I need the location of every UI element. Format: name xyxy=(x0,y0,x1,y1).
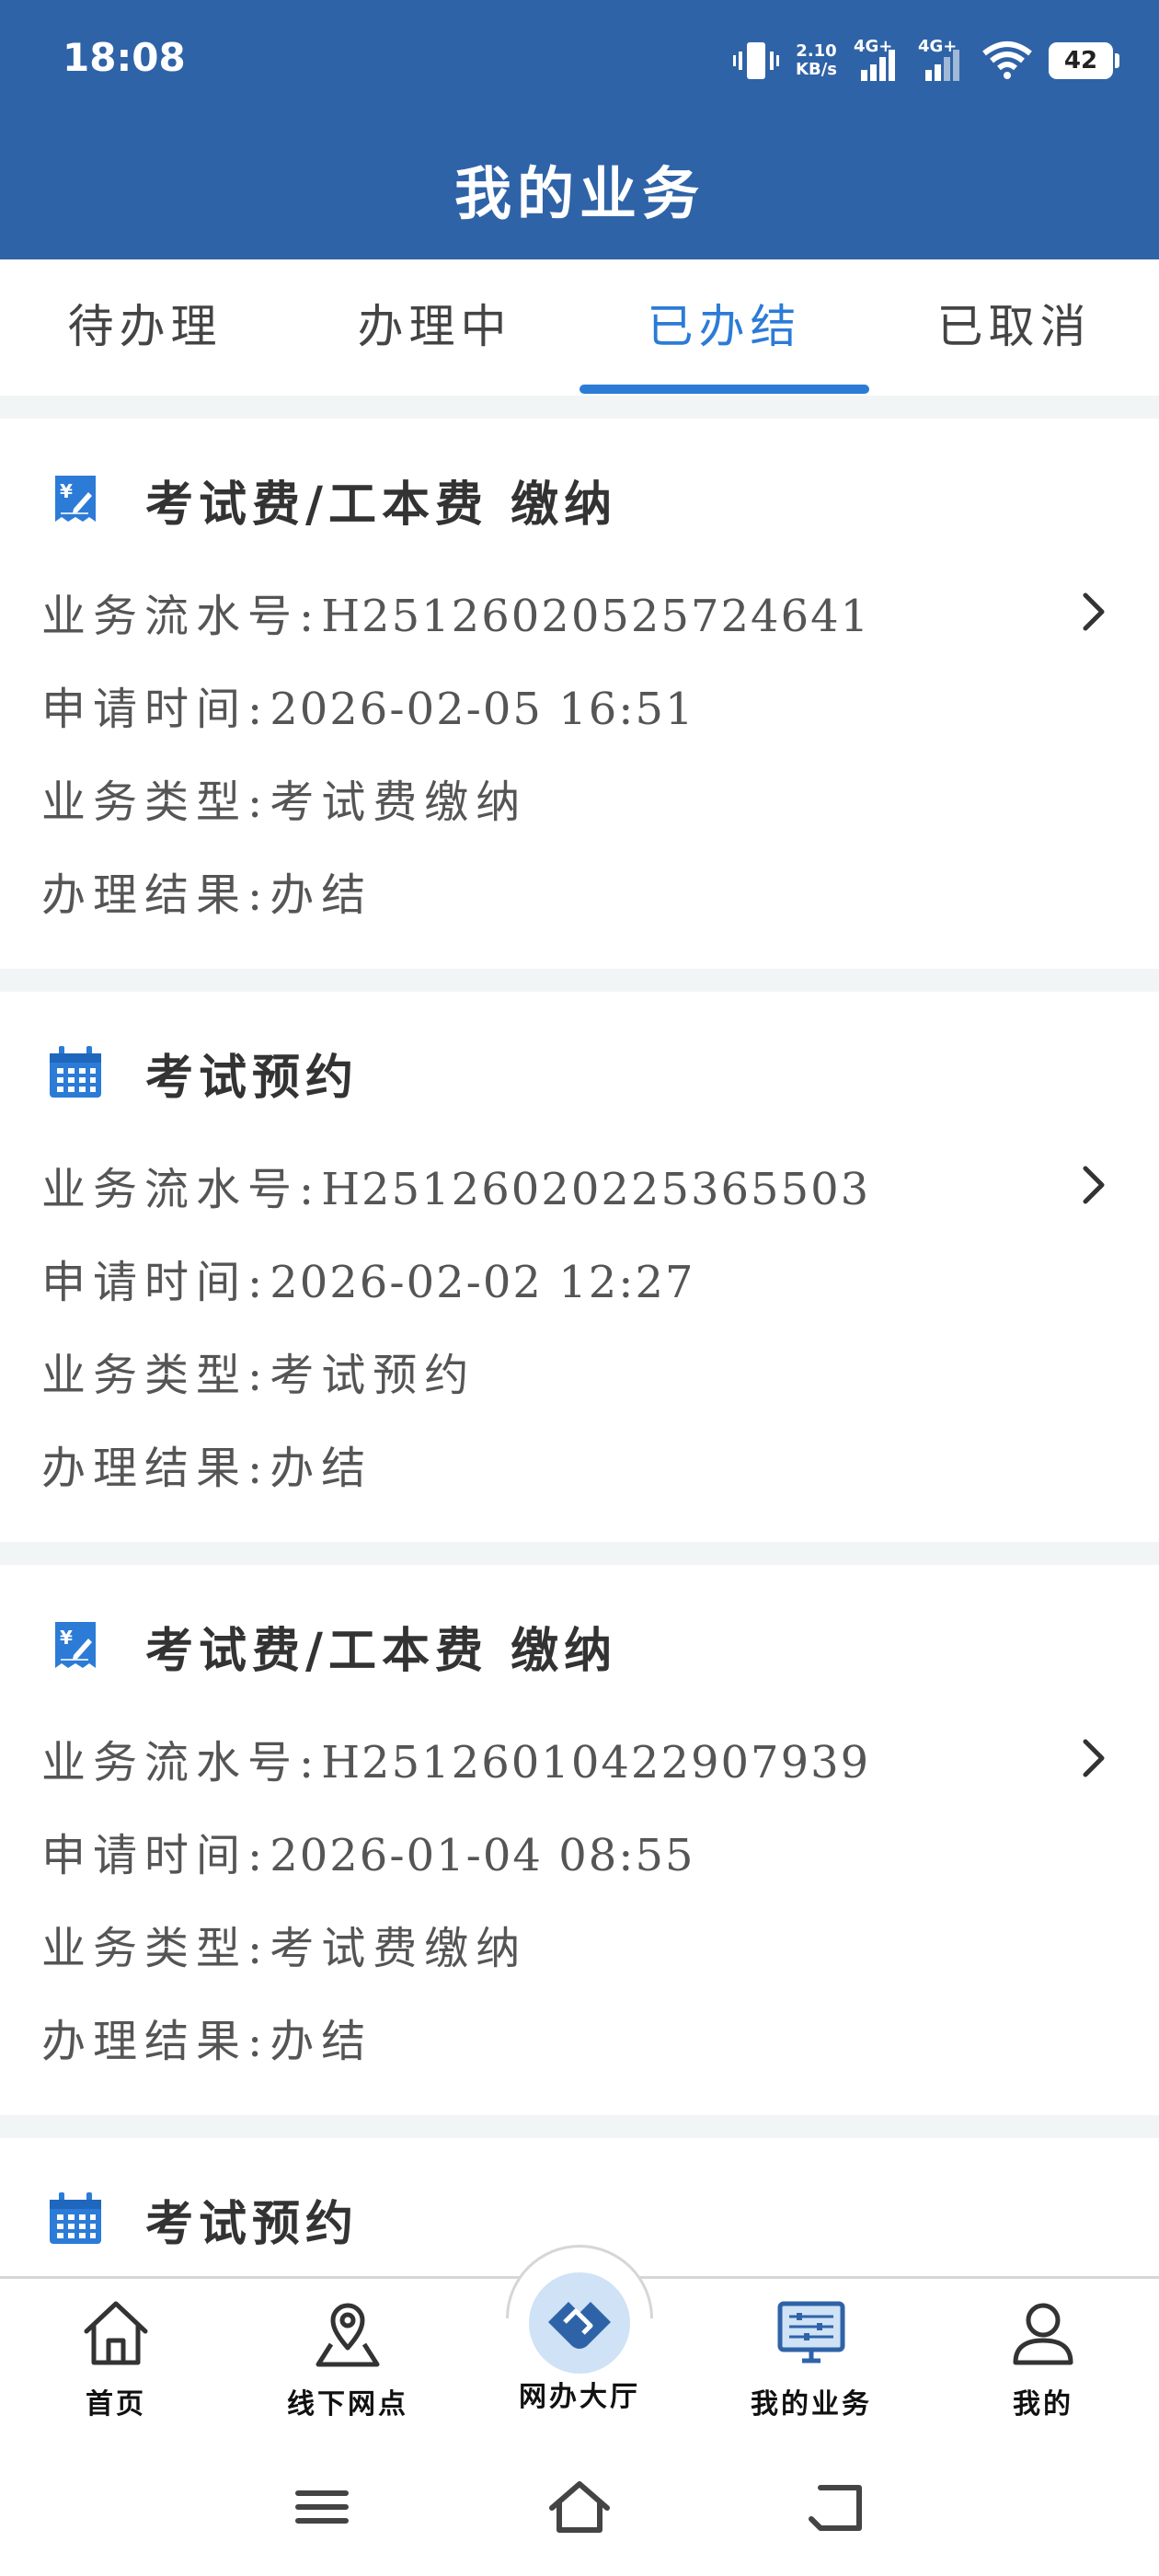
result-row: 办理结果:办结 xyxy=(41,2016,373,2067)
card-title-text: 考试预约 xyxy=(145,2195,360,2252)
receipt-icon: ¥ xyxy=(46,1616,105,1675)
apply-time: 2026-02-05 16:51 xyxy=(270,684,695,735)
apply-time-row: 申请时间:2026-01-04 08:55 xyxy=(41,1830,695,1881)
menu-icon[interactable] xyxy=(285,2475,359,2539)
card-title-text: 考试预约 xyxy=(145,1049,360,1106)
page-title: 我的业务 xyxy=(453,160,705,227)
person-icon xyxy=(1004,2294,1082,2372)
monitor-icon xyxy=(773,2294,850,2372)
home-icon xyxy=(77,2294,155,2372)
result-row: 办理结果:办结 xyxy=(41,1443,373,1494)
serial-number: H25126020525724641 xyxy=(321,591,871,642)
type-row: 业务类型:考试预约 xyxy=(41,1350,476,1401)
result-value: 办结 xyxy=(270,869,373,921)
svg-text:¥: ¥ xyxy=(60,1627,73,1649)
serial-number: H25126020225365503 xyxy=(321,1164,871,1215)
status-bar: 18:08 2.10 KB/s 4G+ 4G+ 42 xyxy=(0,0,1159,120)
card-title-text: 考试费/工本费 缴纳 xyxy=(145,476,618,533)
serial-row: 业务流水号:H25126010422907939 xyxy=(41,1737,871,1788)
svg-text:¥: ¥ xyxy=(60,480,73,502)
signal-sim1: 4G+ xyxy=(854,37,901,81)
card-title: 考试预约 xyxy=(46,1029,359,1117)
vibrate-icon xyxy=(733,42,780,79)
nav-my-business[interactable]: 我的业务 xyxy=(695,2276,927,2442)
card-title: 考试预约 xyxy=(46,2175,359,2263)
network-speed: 2.10 KB/s xyxy=(796,41,837,79)
apply-time-row: 申请时间:2026-02-02 12:27 xyxy=(41,1257,695,1308)
tab-in-progress[interactable]: 办理中 xyxy=(290,259,580,396)
signal-bars-icon xyxy=(861,50,895,81)
business-card[interactable]: ¥ 考试费/工本费 缴纳 业务流水号:H25126020525724641 申请… xyxy=(0,419,1159,969)
tab-cancelled[interactable]: 已取消 xyxy=(869,259,1159,396)
battery-indicator: 42 xyxy=(1049,42,1119,79)
status-time: 18:08 xyxy=(63,35,186,80)
location-pin-icon xyxy=(309,2294,386,2372)
business-list[interactable]: ¥ 考试费/工本费 缴纳 业务流水号:H25126020525724641 申请… xyxy=(0,396,1159,2277)
wifi-icon xyxy=(982,41,1032,79)
nav-mine[interactable]: 我的 xyxy=(927,2276,1159,2442)
nav-online-hall[interactable]: 网办大厅 xyxy=(464,2272,695,2442)
receipt-icon: ¥ xyxy=(46,470,105,529)
result-value: 办结 xyxy=(270,1443,373,1494)
tab-pending[interactable]: 待办理 xyxy=(0,259,290,396)
result-value: 办结 xyxy=(270,2016,373,2067)
chevron-right-icon[interactable] xyxy=(1076,584,1113,639)
nav-home[interactable]: 首页 xyxy=(0,2276,232,2442)
home-nav-icon[interactable] xyxy=(543,2475,616,2539)
card-title-text: 考试费/工本费 缴纳 xyxy=(145,1622,618,1679)
apply-time: 2026-01-04 08:55 xyxy=(270,1830,695,1881)
chevron-right-icon[interactable] xyxy=(1076,1157,1113,1213)
serial-row: 业务流水号:H25126020525724641 xyxy=(41,591,871,642)
calendar-icon xyxy=(46,2190,105,2248)
business-card[interactable]: 考试预约 业务流水号:H25126020225365503 申请时间:2026-… xyxy=(0,992,1159,1542)
type-row: 业务类型:考试费缴纳 xyxy=(41,1923,528,1974)
handshake-icon xyxy=(529,2272,630,2374)
app-header: 18:08 2.10 KB/s 4G+ 4G+ 42 我的业务 xyxy=(0,0,1159,259)
signal-sim2: 4G+ xyxy=(918,37,966,81)
serial-row: 业务流水号:H25126020225365503 xyxy=(41,1164,871,1215)
type-row: 业务类型:考试费缴纳 xyxy=(41,776,528,828)
business-type: 考试预约 xyxy=(270,1350,476,1401)
card-title: ¥ 考试费/工本费 缴纳 xyxy=(46,1602,617,1690)
back-icon[interactable] xyxy=(800,2475,874,2539)
business-card[interactable]: ¥ 考试费/工本费 缴纳 业务流水号:H25126010422907939 申请… xyxy=(0,1565,1159,2115)
result-row: 办理结果:办结 xyxy=(41,869,373,921)
tab-completed[interactable]: 已办结 xyxy=(580,259,869,396)
apply-time: 2026-02-02 12:27 xyxy=(270,1257,695,1308)
business-type: 考试费缴纳 xyxy=(270,776,528,828)
calendar-icon xyxy=(46,1043,105,1102)
chevron-right-icon[interactable] xyxy=(1076,1731,1113,1786)
card-title: ¥ 考试费/工本费 缴纳 xyxy=(46,455,617,544)
bottom-nav-items: 首页 线下网点 网办大厅 我的业务 我的 xyxy=(0,2272,1159,2442)
status-tabs: 待办理 办理中 已办结 已取消 xyxy=(0,259,1159,396)
nav-offline-outlets[interactable]: 线下网点 xyxy=(232,2276,464,2442)
serial-number: H25126010422907939 xyxy=(321,1737,871,1788)
system-nav-bar xyxy=(0,2442,1159,2576)
apply-time-row: 申请时间:2026-02-05 16:51 xyxy=(41,684,695,735)
signal-bars-icon xyxy=(925,50,959,81)
status-icons: 2.10 KB/s 4G+ 4G+ 42 xyxy=(733,35,1119,86)
business-type: 考试费缴纳 xyxy=(270,1923,528,1974)
